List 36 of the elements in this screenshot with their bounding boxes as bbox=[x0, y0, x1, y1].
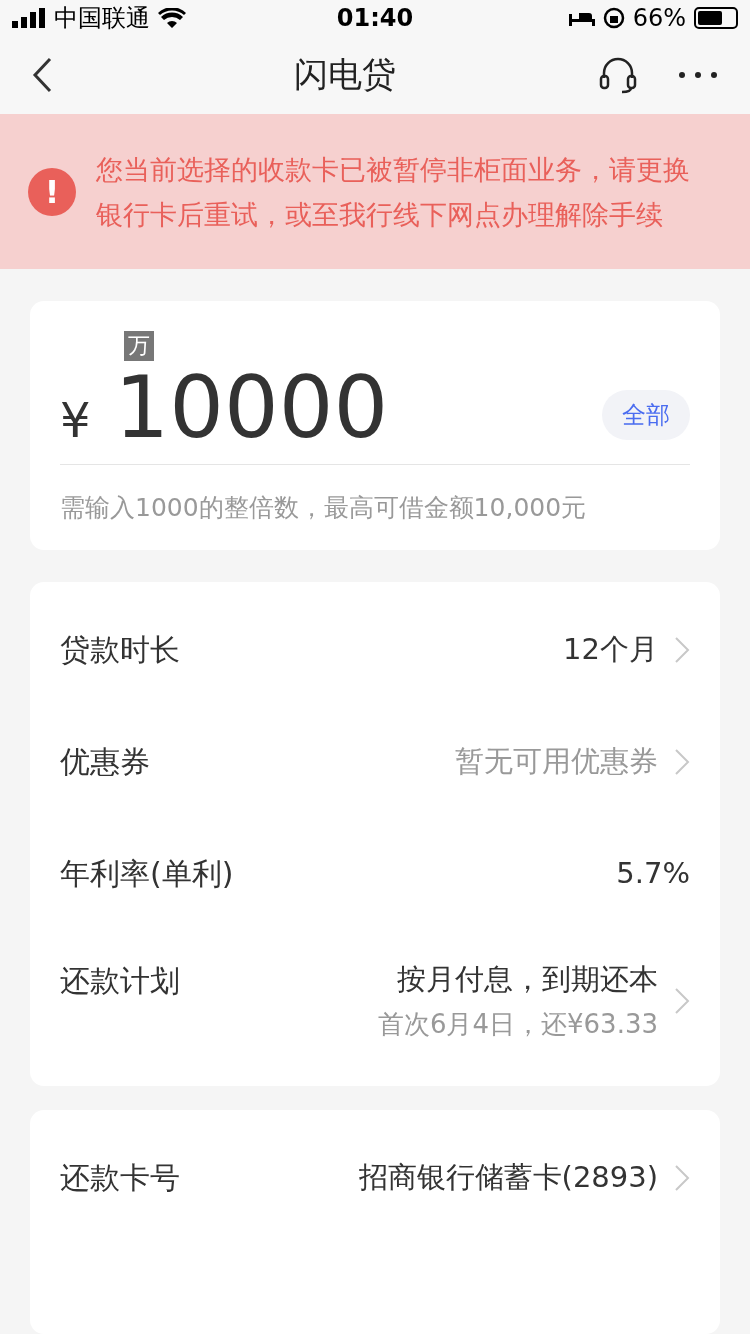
amount-input[interactable]: 10000 bbox=[114, 359, 389, 456]
row-value: 暂无可用优惠券 bbox=[455, 743, 658, 781]
page-title: 闪电贷 bbox=[294, 53, 396, 97]
row-value: 5.7% bbox=[616, 855, 690, 893]
battery-icon bbox=[694, 7, 738, 29]
amount-hint: 需输入1000的整倍数，最高可借金额10,000元 bbox=[60, 492, 588, 525]
rotation-lock-icon bbox=[602, 7, 625, 29]
more-icon[interactable] bbox=[678, 71, 718, 79]
all-button[interactable]: 全部 bbox=[602, 390, 690, 441]
row-value: 招商银行储蓄卡(2893) bbox=[358, 1159, 658, 1197]
row-link[interactable]: 12个月 bbox=[563, 628, 690, 672]
row-label: 年利率(单利) bbox=[60, 855, 234, 894]
bed-icon bbox=[568, 10, 595, 26]
chevron-right-icon bbox=[674, 987, 690, 1016]
row-value: 按月付息，到期还本 bbox=[397, 961, 658, 998]
row-label: 还款计划 bbox=[60, 962, 180, 1000]
row-label: 还款卡号 bbox=[60, 1159, 180, 1198]
chevron-right-icon bbox=[674, 1164, 690, 1192]
alert-icon: ! bbox=[28, 167, 76, 216]
row-label: 贷款时长 bbox=[60, 631, 180, 670]
alert-message: 您当前选择的收款卡已被暂停非柜面业务，请更换银行卡后重试，或至我行线下网点办理解除手续 bbox=[96, 152, 691, 232]
carrier-text: 中国联通 bbox=[54, 3, 150, 34]
row-link[interactable]: 按月付息，到期还本 首次6月4日，还¥63.33 bbox=[377, 958, 690, 1045]
chevron-right-icon bbox=[674, 636, 690, 664]
row-link[interactable]: 招商银行储蓄卡(2893) bbox=[358, 1156, 690, 1200]
signal-icon bbox=[12, 8, 46, 28]
chevron-right-icon bbox=[674, 748, 690, 776]
row-subvalue: 首次6月4日，还¥63.33 bbox=[377, 1008, 658, 1042]
clock-text: 01:40 bbox=[336, 3, 414, 34]
battery-text: 66% bbox=[632, 3, 686, 34]
row-value: 12个月 bbox=[563, 631, 658, 669]
currency-symbol: ¥ bbox=[60, 391, 91, 451]
unit-tag: 万 bbox=[124, 331, 154, 362]
wifi-icon bbox=[158, 8, 186, 28]
headset-icon[interactable] bbox=[598, 56, 638, 94]
row-label: 优惠券 bbox=[60, 743, 150, 782]
